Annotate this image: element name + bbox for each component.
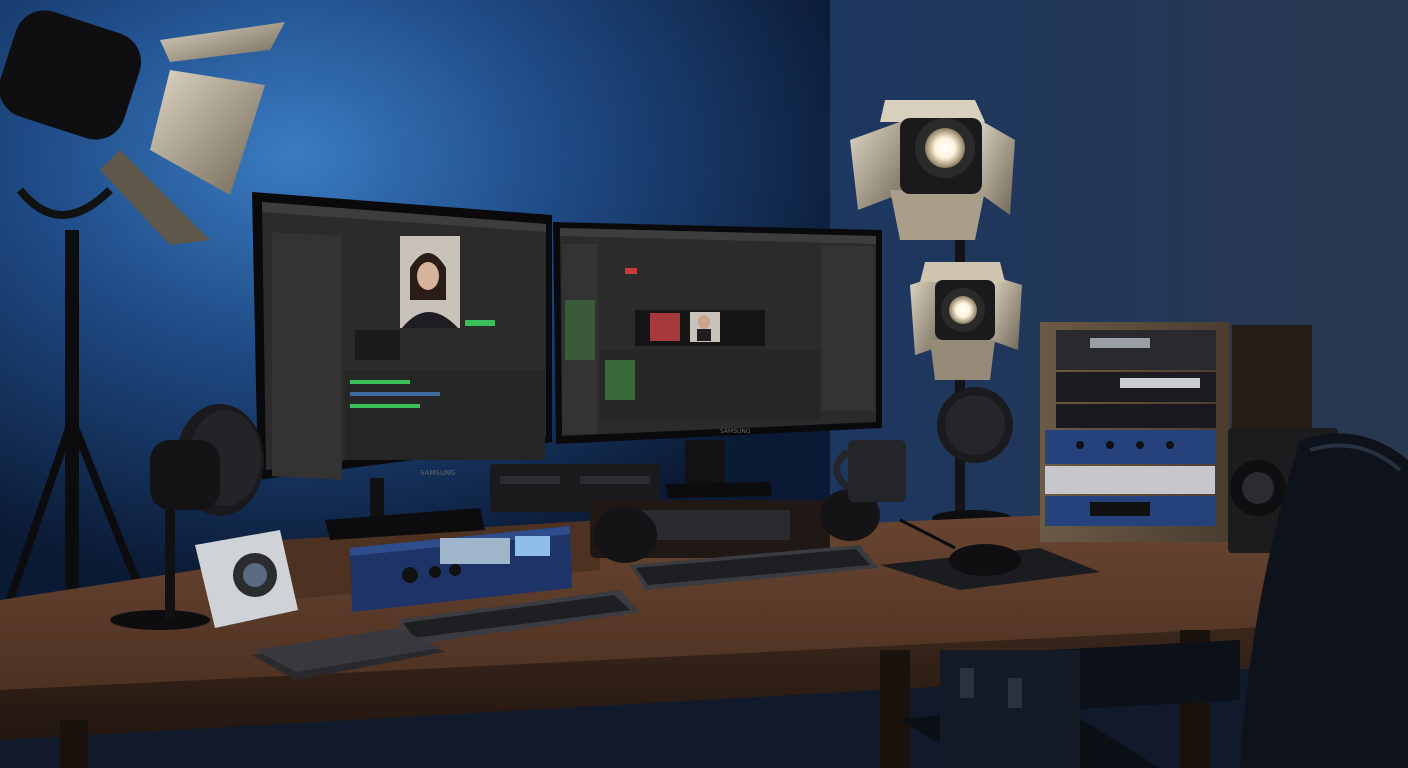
under-desk-cabinet bbox=[940, 650, 1080, 768]
equipment-rack bbox=[1040, 322, 1230, 542]
right-monitor-brand: SAMSUNG bbox=[720, 428, 751, 435]
right-monitor-inspector bbox=[822, 246, 874, 411]
mouse bbox=[949, 544, 1021, 576]
studio-scene: SAMSUNG SAMSUNG bbox=[0, 0, 1408, 768]
left-monitor-project-panel bbox=[272, 232, 342, 480]
speaker-upper bbox=[1232, 325, 1312, 430]
mug bbox=[848, 440, 906, 502]
headphones-left-cup bbox=[593, 507, 657, 563]
left-monitor-brand: SAMSUNG bbox=[420, 469, 456, 477]
